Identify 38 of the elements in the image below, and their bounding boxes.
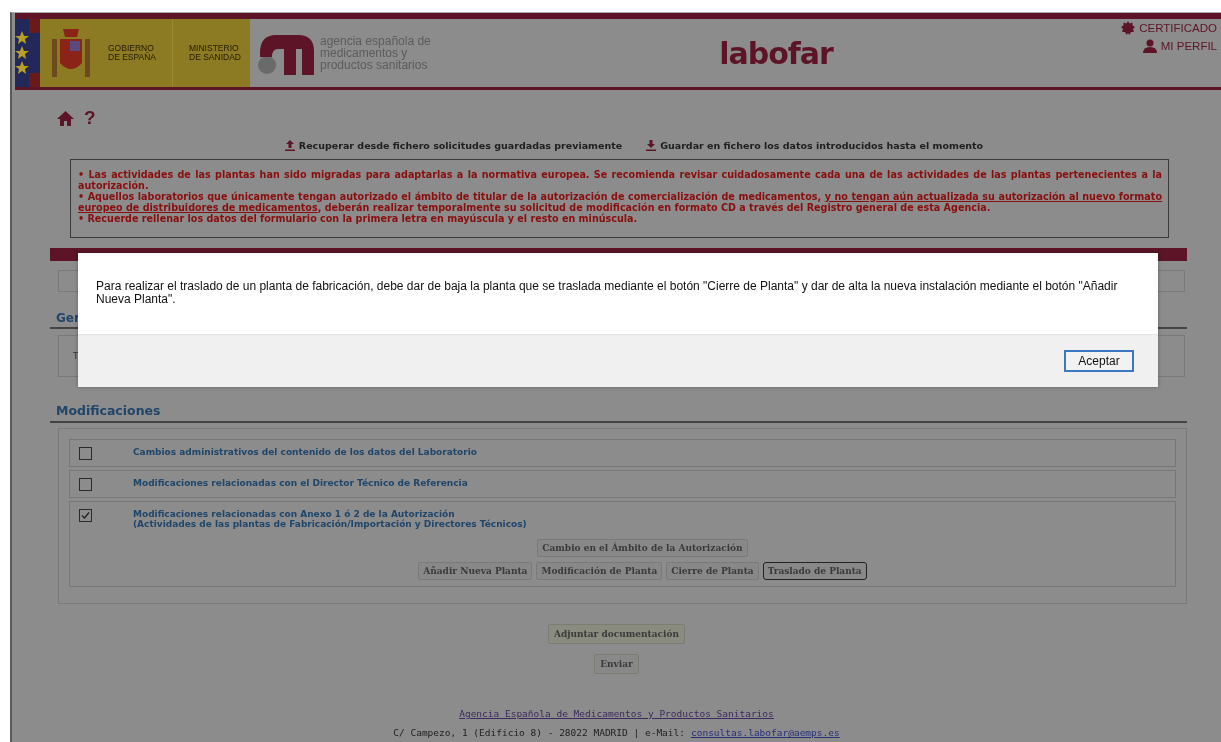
upload-icon [284,140,295,151]
option-label: Modificaciones relacionadas con el Director Técnico de Referencia [133,478,468,488]
option-label: Cambios administrativos del contenido de los datos del Laboratorio [133,447,477,457]
action-button[interactable]: Traslado de Planta [762,562,867,580]
download-link[interactable]: Guardar en fichero los datos introducidos hasta el momento [646,140,984,151]
notice-text: • Recuerde rellenar los datos del formulario con la primera letra en mayúscula y el resto en minúscula. [78,213,639,224]
notice-text: • Las actividades de las plantas han sido migradas para adaptarlas a la normativa europea. Se recomienda revisar cuidadosamente cada una de las actividades de las plantas pertenecientes a la autorización. [78,169,1162,191]
profile-link[interactable]: MI PERFIL [1142,39,1217,53]
accept-button[interactable]: Aceptar [1064,350,1134,372]
section-title: Ger [56,311,81,325]
action-button[interactable]: Añadir Nueva Planta [418,562,533,580]
agency-link[interactable]: Agencia Española de Medicamentos y Productos Sanitarios [459,708,774,719]
checkbox[interactable] [79,447,92,460]
address-text: C/ Campezo, 1 (Edificio 8) - 28022 MADRID | e-Mail: [393,727,685,738]
user-icon [1142,39,1157,53]
notice-text: • Aquellos laboratorios que únicamente tengan autorizado el ámbito de titular de la autorización de comercialización de medicamentos, y no tengan aún actualizada su autorización al nuevo formato europeo de distribuidores de medicamentos, deberán realizar temporalmente su solicitud de modificación en formato CD a través del Registro general de esta Agencia. [78,191,1162,213]
government-label: GOBIERNO DE ESPAÑA [108,44,157,62]
home-icon[interactable] [57,110,74,126]
action-button[interactable]: Cambio en el Ámbito de la Autorización [537,539,748,557]
option-label: Modificaciones relacionadas con Anexo 1 ó 2 de la Autorización (Actividades de las plantas de Fabricación/Importación y Directores Técnicos) [133,509,527,529]
app-logo: labofar [719,35,833,71]
section-title: Modificaciones [56,403,162,418]
flag-strip-icon [15,19,40,87]
checkbox[interactable] [79,509,92,522]
email-link[interactable]: consultas.labofar@aemps.es [691,727,840,738]
ministry-label: MINISTERIO DE SANIDAD [189,44,241,62]
dialog-message: Para realizar el traslado de un planta de fabricación, debe dar de baja la planta que se traslada mediante el botón "Cierre de Planta" y dar de alta la nueva instalación mediante el botón "Añadir Nueva Planta". [95,278,1119,308]
action-button[interactable]: Cierre de Planta [666,562,759,580]
download-icon [646,140,657,151]
certificate-link[interactable]: CERTIFICADO [1121,21,1217,35]
checkbox[interactable] [79,478,92,491]
attach-button[interactable]: Adjuntar documentación [548,624,685,644]
help-link[interactable]: ? [84,107,96,129]
upload-link[interactable]: Recuperar desde fichero solicitudes guardadas previamente [284,140,623,151]
seal-icon [1121,21,1136,35]
row-text: T [73,351,79,361]
send-button[interactable]: Enviar [594,654,639,674]
action-button[interactable]: Modificación de Planta [536,562,663,580]
